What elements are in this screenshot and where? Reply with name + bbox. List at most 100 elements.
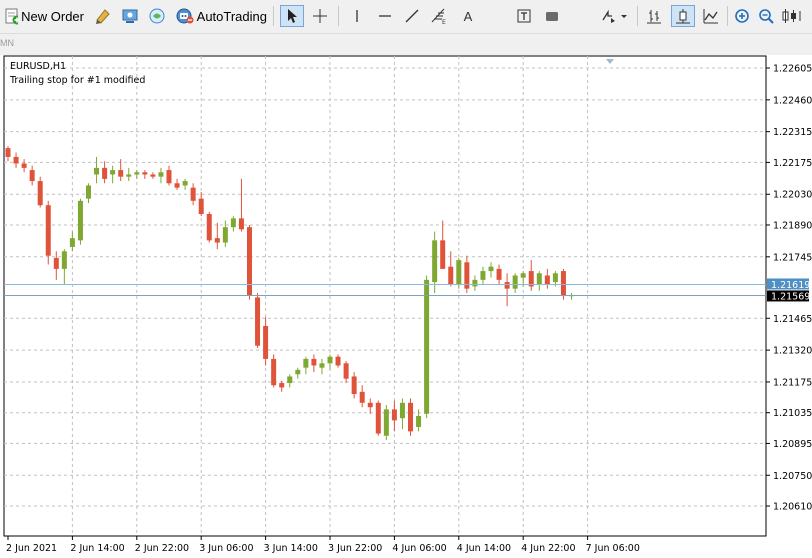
- main-toolbar: New Order AutoTrading E A: [0, 0, 812, 34]
- candle-body: [472, 279, 478, 287]
- candle-body: [552, 273, 558, 283]
- price-tick-label: 1.22460: [773, 95, 812, 106]
- candle-body: [440, 240, 446, 269]
- candle-body: [13, 156, 19, 164]
- time-tick-label: 2 Jun 22:00: [135, 543, 189, 554]
- text-tool-button[interactable]: A: [457, 5, 479, 27]
- candle-body: [279, 383, 285, 388]
- rectangle-button[interactable]: [541, 5, 563, 27]
- svg-text:E: E: [442, 19, 446, 25]
- candle-body: [271, 358, 277, 386]
- candle: [375, 400, 381, 436]
- candle-body: [424, 279, 430, 414]
- candle: [424, 275, 430, 419]
- zoom-in-button[interactable]: [731, 5, 753, 27]
- chart-shift-icon: [782, 9, 801, 23]
- candle-body: [536, 273, 542, 285]
- price-tick-label: 1.20895: [773, 439, 812, 450]
- ask-price-label: 1.21619: [771, 280, 810, 291]
- toolbar-separator: [727, 6, 728, 26]
- candle-body: [432, 240, 438, 283]
- candle-body: [247, 227, 252, 296]
- line-chart-icon: [703, 9, 718, 24]
- candle-body: [190, 187, 196, 201]
- candle-body: [37, 181, 43, 206]
- toolbar-separator: [273, 6, 274, 26]
- market-watch-button[interactable]: [146, 5, 168, 27]
- candle-body: [343, 363, 349, 379]
- autotrading-button[interactable]: AutoTrading: [175, 5, 267, 27]
- candle-body: [383, 409, 389, 436]
- time-tick-label: 4 Jun 14:00: [457, 543, 511, 554]
- candle-body: [408, 402, 413, 432]
- price-chart[interactable]: 1.22605 1.22460 1.22315 1.22175 1.22030 1.218…: [0, 55, 812, 558]
- candlestick-chart-button[interactable]: [671, 5, 695, 27]
- candlestick-icon: [676, 9, 690, 24]
- candle-body: [416, 415, 422, 427]
- candle-body: [311, 358, 317, 366]
- crosshair-tool-button[interactable]: [309, 5, 331, 27]
- fibonacci-button[interactable]: E: [428, 5, 450, 27]
- candle-body: [198, 198, 204, 214]
- chart-window[interactable]: 1.22605 1.22460 1.22315 1.22175 1.22030 1.218…: [0, 55, 812, 558]
- timeframes-bar: [0, 34, 812, 54]
- plot-area[interactable]: [3, 55, 767, 537]
- candle-body: [399, 402, 405, 419]
- zoom-out-button[interactable]: [755, 5, 777, 27]
- candle-body: [5, 148, 11, 157]
- candle-body: [359, 391, 365, 403]
- price-tick-label: 1.21035: [773, 408, 812, 419]
- price-tick-label: 1.21890: [773, 220, 812, 231]
- market-watch-icon: [149, 8, 165, 24]
- candle-body: [287, 376, 293, 384]
- candle: [45, 200, 51, 265]
- candle-body: [351, 376, 357, 395]
- autotrading-icon: [176, 8, 194, 24]
- candle: [247, 224, 252, 300]
- new-order-button[interactable]: New Order: [4, 5, 84, 27]
- candle-body: [238, 218, 244, 230]
- timeframe-mn-button[interactable]: MN: [0, 38, 14, 48]
- navigator-button[interactable]: [119, 5, 141, 27]
- candle-body: [86, 185, 91, 199]
- candle-body: [488, 266, 494, 272]
- chart-shift-button[interactable]: [780, 5, 808, 27]
- arrows-dropdown-button[interactable]: [599, 5, 631, 27]
- candle-body: [53, 257, 59, 269]
- candle-body: [560, 271, 566, 296]
- price-tick-label: 1.21175: [773, 377, 812, 388]
- text-label-button[interactable]: [513, 5, 535, 27]
- cursor-tool-button[interactable]: [280, 5, 304, 27]
- new-order-icon: [5, 8, 19, 25]
- candle-body: [142, 172, 148, 175]
- price-tick-label: 1.21320: [773, 346, 812, 357]
- horizontal-line-button[interactable]: [374, 5, 396, 27]
- candle-body: [182, 181, 188, 186]
- candle-body: [174, 183, 180, 188]
- horizontal-line-icon: [379, 15, 391, 17]
- candle-body: [110, 170, 116, 175]
- price-tick-label: 1.22175: [773, 158, 812, 169]
- candle-body: [255, 297, 261, 346]
- rectangle-icon: [546, 12, 558, 21]
- candle-body: [456, 260, 462, 285]
- metaeditor-button[interactable]: [92, 5, 114, 27]
- candle-body: [206, 214, 212, 241]
- toolbar-separator: [338, 6, 339, 26]
- zoom-in-icon: [735, 9, 749, 23]
- candle-body: [303, 358, 309, 368]
- candle-body: [158, 172, 164, 177]
- trendline-button[interactable]: [401, 5, 423, 27]
- toolbar-separator: [637, 6, 638, 26]
- candle-body: [496, 268, 502, 280]
- navigator-icon: [122, 9, 138, 23]
- line-chart-button[interactable]: [700, 5, 722, 27]
- candle-body: [214, 238, 220, 243]
- price-tick-label: 1.21465: [773, 314, 812, 325]
- price-tick-label: 1.20750: [773, 471, 812, 482]
- time-tick-label: 4 Jun 22:00: [521, 543, 575, 554]
- candle: [77, 198, 83, 245]
- vertical-line-button[interactable]: [346, 5, 368, 27]
- bar-chart-button[interactable]: [643, 5, 665, 27]
- price-tick-label: 1.20610: [773, 502, 812, 513]
